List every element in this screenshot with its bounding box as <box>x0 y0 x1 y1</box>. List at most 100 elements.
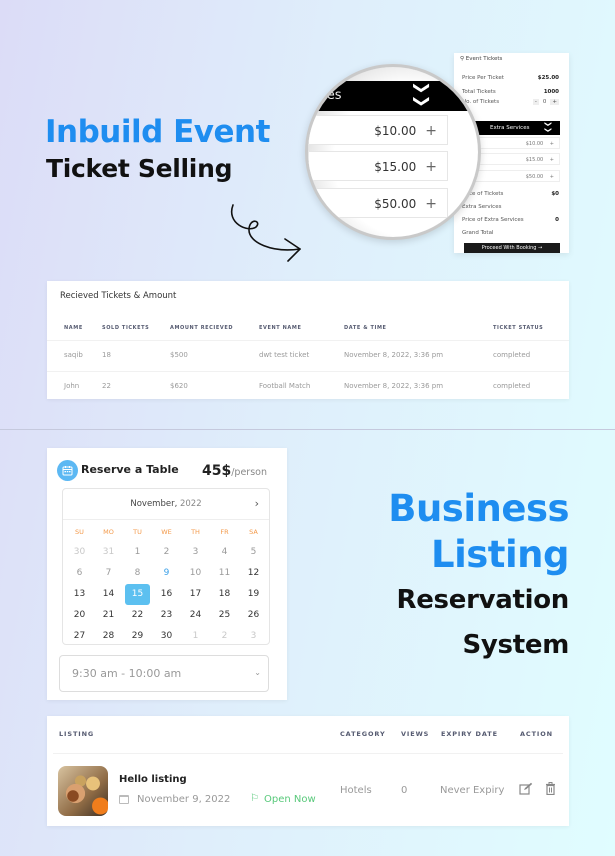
add-icon[interactable]: + <box>550 141 554 147</box>
calendar-day[interactable]: 21 <box>94 605 123 626</box>
calendar-day[interactable]: 29 <box>123 626 152 647</box>
calendar-day[interactable]: 16 <box>152 584 181 605</box>
column-header-listing: LISTING <box>59 730 95 738</box>
calendar-day[interactable]: 13 <box>65 584 94 605</box>
calendar-day[interactable]: 10 <box>181 563 210 584</box>
row-divider <box>47 371 569 372</box>
row-divider <box>47 340 569 341</box>
calendar-day[interactable]: 30 <box>65 542 94 563</box>
heading-business: Business <box>388 487 569 530</box>
add-icon[interactable]: + <box>550 174 554 180</box>
calendar-day[interactable]: 8 <box>123 563 152 584</box>
cell-datetime: November 8, 2022, 3:36 pm <box>344 351 444 359</box>
listing-thumbnail[interactable] <box>58 766 108 816</box>
calendar-day[interactable]: 3 <box>181 542 210 563</box>
column-header: EVENT NAME <box>259 325 302 331</box>
calendar-day[interactable]: 18 <box>210 584 239 605</box>
service-price: $10.00 <box>525 141 544 147</box>
add-icon[interactable]: + <box>425 123 437 139</box>
calendar-day[interactable]: 12 <box>239 563 268 584</box>
calendar-day[interactable]: 6 <box>65 563 94 584</box>
listing-name[interactable]: Hello listing <box>119 774 187 785</box>
calendar-day[interactable]: 5 <box>239 542 268 563</box>
column-header-action: ACTION <box>520 730 554 738</box>
column-header: SOLD TICKETS <box>102 325 150 331</box>
calendar-day[interactable]: 17 <box>181 584 210 605</box>
calendar-day[interactable]: 2 <box>210 626 239 647</box>
calendar-day[interactable]: 30 <box>152 626 181 647</box>
summary-row: Extra Services <box>462 204 559 210</box>
calendar-day[interactable]: 31 <box>94 542 123 563</box>
magnifier-lens: ices ❯❯ $10.00 + $15.00 + $50.00 + <box>305 64 481 240</box>
calendar-day[interactable]: 22 <box>123 605 152 626</box>
listing-category: Hotels <box>340 785 372 796</box>
proceed-with-booking-button[interactable]: Proceed With Booking → <box>464 243 560 253</box>
listing-table: LISTING CATEGORY VIEWS EXPIRY DATE ACTIO… <box>47 716 569 826</box>
weekday-header: SU MO TU WE TH FR SA <box>65 528 268 536</box>
weekday-label: FR <box>220 528 229 536</box>
zoomed-service-item[interactable]: $50.00 + <box>308 188 448 218</box>
zoomed-extra-services-bar[interactable]: ices ❯❯ <box>308 81 478 111</box>
row-label: Price of Extra Services <box>462 217 524 223</box>
calendar-day[interactable]: 1 <box>181 626 210 647</box>
add-icon[interactable]: + <box>425 196 437 212</box>
double-chevron-down-icon: ❯❯ <box>544 121 553 133</box>
heading-inbuild-event: Inbuild Event <box>45 114 270 150</box>
service-price: $50.00 <box>525 174 544 180</box>
calendar-day[interactable]: 20 <box>65 605 94 626</box>
trash-icon[interactable] <box>545 782 556 798</box>
zoomed-bar-label: ices <box>316 88 342 103</box>
received-tickets-table: Recieved Tickets & Amount NAME SOLD TICK… <box>47 281 569 399</box>
calendar-day[interactable]: 3 <box>239 626 268 647</box>
add-icon[interactable]: + <box>550 157 554 163</box>
weekday-label: MO <box>103 528 114 536</box>
row-label: Extra Services <box>462 204 502 210</box>
reserve-title: Reserve a Table <box>81 463 179 476</box>
calendar-day[interactable]: 4 <box>210 542 239 563</box>
zoomed-service-item[interactable]: $10.00 + <box>308 115 448 145</box>
row-value: 1000 <box>543 89 559 95</box>
cell-sold: 22 <box>102 382 111 390</box>
reserve-table-widget: Reserve a Table 45$/person November, 202… <box>47 448 287 700</box>
qty-minus-button[interactable]: - <box>532 99 539 105</box>
time-slot-select[interactable]: 9:30 am - 10:00 am ⌄ <box>59 655 269 692</box>
calendar-day[interactable]: 24 <box>181 605 210 626</box>
calendar-day[interactable]: 14 <box>94 584 123 605</box>
heading-ticket-selling: Ticket Selling <box>46 154 233 183</box>
zoomed-service-item[interactable]: $15.00 + <box>308 151 448 181</box>
calendar-day[interactable]: 11 <box>210 563 239 584</box>
cell-sold: 18 <box>102 351 111 359</box>
ticket-quantity-stepper[interactable]: - 0 + <box>532 99 559 105</box>
curly-arrow-icon <box>230 204 301 262</box>
calendar-day[interactable]: 1 <box>123 542 152 563</box>
calendar-day[interactable]: 7 <box>94 563 123 584</box>
price-amount: 45$ <box>202 463 232 479</box>
next-month-chevron-icon[interactable]: › <box>255 497 259 510</box>
column-header: TICKET STATUS <box>493 325 544 331</box>
summary-row: Grand Total <box>462 230 559 236</box>
calendar-day[interactable]: 19 <box>239 584 268 605</box>
column-header: DATE & TIME <box>344 325 387 331</box>
calendar-icon <box>57 460 78 481</box>
edit-icon[interactable] <box>519 782 533 798</box>
calendar-day[interactable]: 25 <box>210 605 239 626</box>
calendar-day[interactable]: 26 <box>239 605 268 626</box>
business-listing-heading: Business Listing Reservation System <box>388 486 569 668</box>
calendar-day[interactable]: 9 <box>152 563 181 584</box>
calendar-day-selected[interactable]: 15 <box>125 584 150 605</box>
add-icon[interactable]: + <box>425 159 437 175</box>
calendar-day[interactable]: 2 <box>152 542 181 563</box>
calendar-day[interactable]: 27 <box>65 626 94 647</box>
listing-date: November 9, 2022 <box>137 794 231 805</box>
double-chevron-down-icon: ❯❯ <box>413 81 433 108</box>
cell-amount: $620 <box>170 382 188 390</box>
cell-name: John <box>64 382 80 390</box>
section-divider <box>0 429 615 430</box>
heading-reservation: Reservation <box>396 585 570 615</box>
pin-icon: ⚲ <box>460 56 465 62</box>
calendar-day[interactable]: 28 <box>94 626 123 647</box>
service-price: $15.00 <box>525 157 544 163</box>
qty-plus-button[interactable]: + <box>550 99 559 105</box>
calendar-day[interactable]: 23 <box>152 605 181 626</box>
row-value: 0 <box>555 217 559 223</box>
